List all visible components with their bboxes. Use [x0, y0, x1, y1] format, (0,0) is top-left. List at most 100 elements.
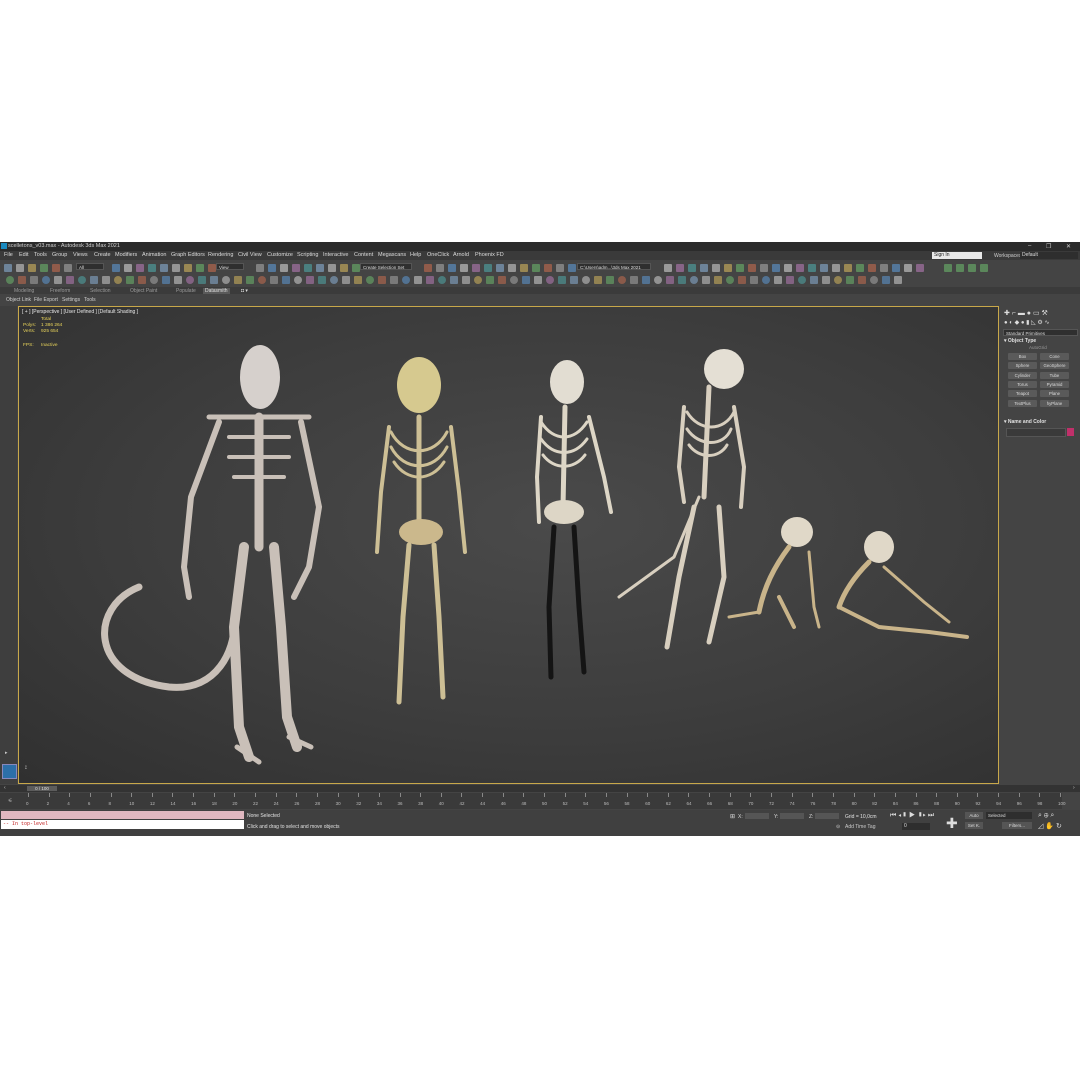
toolbar-tool-icon[interactable] — [956, 264, 964, 272]
create-hyplane-button[interactable]: hyPlane — [1040, 399, 1069, 407]
create-box-button[interactable]: Box — [1008, 353, 1037, 360]
toolbar-tool-icon[interactable] — [426, 276, 434, 284]
menu-item-scripting[interactable]: Scripting — [297, 252, 318, 258]
key-mode-icon[interactable]: ✚ — [946, 815, 958, 832]
menu-item-file[interactable]: File — [4, 252, 13, 258]
toolbar-tool-icon[interactable] — [52, 264, 60, 272]
toolbar-tool-icon[interactable] — [6, 276, 14, 284]
toolbar-tool-icon[interactable] — [834, 276, 842, 284]
sign-in-dropdown[interactable]: Sign In — [932, 252, 982, 259]
autogrid-checkbox[interactable]: AutoGrid — [1029, 345, 1047, 350]
toolbar-tool-icon[interactable] — [198, 276, 206, 284]
toolbar-tool-icon[interactable] — [520, 264, 528, 272]
create-category-icons[interactable]: ● ◐ ◆ ● ▮ ◺ ⚙ ∿ — [1004, 319, 1049, 326]
toolbar-tool-icon[interactable] — [138, 276, 146, 284]
toolbar-tool-icon[interactable] — [378, 276, 386, 284]
track-bar-menu-icon[interactable]: ⚟ — [0, 793, 22, 809]
set-key-button[interactable]: Set K. — [965, 822, 983, 829]
toolbar-tool-icon[interactable] — [196, 264, 204, 272]
toolbar-tool-icon[interactable] — [748, 264, 756, 272]
toolbar-tool-icon[interactable] — [354, 276, 362, 284]
toolbar-tool-icon[interactable] — [282, 276, 290, 284]
tab-selection[interactable]: Selection — [90, 288, 111, 294]
track-bar[interactable]: 0 2 4 6 8 10 12 14 16 18 20 22 24 26 28 30 32 34 36 38 40 42 4… — [22, 793, 1066, 809]
toolbar-tool-icon[interactable] — [234, 276, 242, 284]
toolbar-tool-icon[interactable] — [352, 264, 360, 272]
toolbar-tool-icon[interactable] — [832, 264, 840, 272]
create-tube-button[interactable]: Tube — [1040, 371, 1069, 379]
toolbar-tool-icon[interactable] — [208, 264, 216, 272]
toolbar-tool-icon[interactable] — [4, 264, 12, 272]
toolbar-tool-icon[interactable] — [484, 264, 492, 272]
toolbar-tool-icon[interactable] — [858, 276, 866, 284]
maxscript-listener-output[interactable]: -- In top-level — [1, 820, 244, 829]
toolbar-tool-icon[interactable] — [772, 264, 780, 272]
toolbar-tool-icon[interactable] — [786, 276, 794, 284]
menu-item-content[interactable]: Content — [354, 252, 373, 258]
toolbar-tool-icon[interactable] — [64, 264, 72, 272]
toolbar-tool-icon[interactable] — [880, 264, 888, 272]
toolbar-tool-icon[interactable] — [702, 276, 710, 284]
toolbar-tool-icon[interactable] — [304, 264, 312, 272]
toolbar-tool-icon[interactable] — [678, 276, 686, 284]
workspace-dropdown[interactable]: Default — [1020, 252, 1078, 259]
toolbar-tool-icon[interactable] — [810, 276, 818, 284]
toolbar-tool-icon[interactable] — [486, 276, 494, 284]
toolbar-tool-icon[interactable] — [666, 276, 674, 284]
toolbar-tool-icon[interactable] — [402, 276, 410, 284]
toolbar-tool-icon[interactable] — [184, 264, 192, 272]
toolbar-tool-icon[interactable] — [798, 276, 806, 284]
menu-item-modifiers[interactable]: Modifiers — [115, 252, 137, 258]
toolbar-tool-icon[interactable] — [112, 264, 120, 272]
selection-filter-dropdown[interactable]: All — [76, 263, 104, 270]
toolbar-tool-icon[interactable] — [160, 264, 168, 272]
toolbar-tool-icon[interactable] — [544, 264, 552, 272]
tools-button[interactable]: Tools — [84, 297, 96, 303]
tab-freeform[interactable]: Freeform — [50, 288, 70, 294]
create-pyramid-button[interactable]: Pyramid — [1040, 380, 1069, 388]
toolbar-tool-icon[interactable] — [570, 276, 578, 284]
toolbar-tool-icon[interactable] — [342, 276, 350, 284]
auto-key-button[interactable]: Auto — [965, 812, 983, 819]
toolbar-tool-icon[interactable] — [676, 264, 684, 272]
toolbar-tool-icon[interactable] — [390, 276, 398, 284]
toolbar-tool-icon[interactable] — [148, 264, 156, 272]
perspective-viewport[interactable]: [ + ] [Perspective ] [User Defined ] [De… — [18, 306, 999, 784]
named-selection-set-dropdown[interactable]: Create Selection Set — [360, 263, 412, 270]
toolbar-tool-icon[interactable] — [498, 276, 506, 284]
tab-populate[interactable]: Populate — [176, 288, 196, 294]
toolbar-tool-icon[interactable] — [774, 276, 782, 284]
toolbar-tool-icon[interactable] — [414, 276, 422, 284]
toolbar-tool-icon[interactable] — [724, 264, 732, 272]
menu-item-animation[interactable]: Animation — [142, 252, 166, 258]
y-coordinate-field[interactable] — [780, 813, 804, 819]
toolbar-tool-icon[interactable] — [688, 264, 696, 272]
toolbar-tool-icon[interactable] — [522, 276, 530, 284]
toolbar-tool-icon[interactable] — [784, 264, 792, 272]
toolbar-tool-icon[interactable] — [172, 264, 180, 272]
toolbar-tool-icon[interactable] — [690, 276, 698, 284]
toolbar-tool-icon[interactable] — [222, 276, 230, 284]
settings-button[interactable]: Settings — [62, 297, 80, 303]
toolbar-tool-icon[interactable] — [424, 264, 432, 272]
menu-item-rendering[interactable]: Rendering — [208, 252, 233, 258]
toolbar-tool-icon[interactable] — [606, 276, 614, 284]
menu-item-oneclick[interactable]: OneClick — [427, 252, 449, 258]
toolbar-tool-icon[interactable] — [726, 276, 734, 284]
create-cylinder-button[interactable]: Cylinder — [1008, 371, 1037, 379]
create-textplus-button[interactable]: TextPlus — [1008, 399, 1037, 407]
toolbar-tool-icon[interactable] — [90, 276, 98, 284]
toolbar-tool-icon[interactable] — [822, 276, 830, 284]
toolbar-tool-icon[interactable] — [124, 264, 132, 272]
toolbar-tool-icon[interactable] — [750, 276, 758, 284]
reference-coord-dropdown[interactable]: View — [216, 263, 244, 270]
toolbar-tool-icon[interactable] — [436, 264, 444, 272]
toolbar-tool-icon[interactable] — [268, 264, 276, 272]
toolbar-tool-icon[interactable] — [968, 264, 976, 272]
toolbar-tool-icon[interactable] — [136, 264, 144, 272]
toolbar-tool-icon[interactable] — [210, 276, 218, 284]
toolbar-tool-icon[interactable] — [892, 264, 900, 272]
key-filter-dropdown[interactable]: Selected — [986, 812, 1032, 819]
toolbar-tool-icon[interactable] — [714, 276, 722, 284]
menu-item-group[interactable]: Group — [52, 252, 67, 258]
